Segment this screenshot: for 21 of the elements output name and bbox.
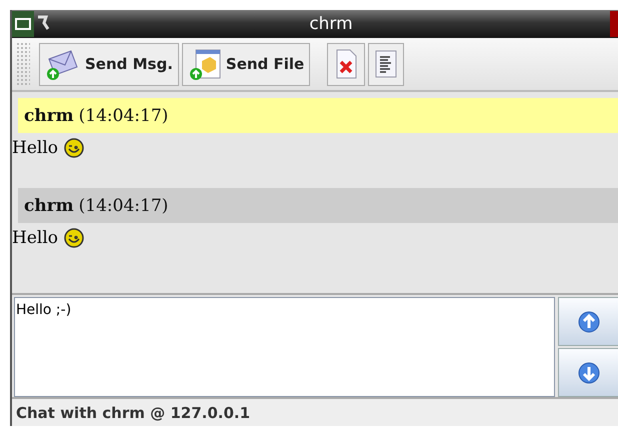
sender-name: chrm [24, 106, 74, 126]
window-menu-button[interactable] [12, 11, 34, 37]
history-down-button[interactable] [558, 348, 618, 397]
text-document-icon [374, 49, 398, 79]
message-time: (14:04:17) [78, 106, 168, 126]
history-up-button[interactable] [558, 297, 618, 346]
winking-smiley-icon [64, 228, 84, 248]
window-title: chrm [308, 14, 354, 34]
message-time: (14:04:17) [78, 196, 168, 216]
toolbar-button[interactable]: Send Msg. [39, 42, 179, 86]
toolbar-button[interactable]: Send File [182, 42, 310, 86]
sender-name: chrm [24, 196, 74, 216]
message-text: Hello [12, 228, 58, 248]
status-bar: Chat with chrm @ 127.0.0.1 [12, 397, 618, 426]
window-icon [15, 18, 31, 30]
toolbar-grip[interactable] [16, 42, 30, 86]
message-input[interactable]: Hello ;-) [14, 297, 555, 397]
winking-smiley-icon [64, 138, 84, 158]
file-upload-icon [188, 47, 222, 81]
message-text: Hello [12, 138, 58, 158]
toolbar-icon-button[interactable] [368, 42, 404, 86]
